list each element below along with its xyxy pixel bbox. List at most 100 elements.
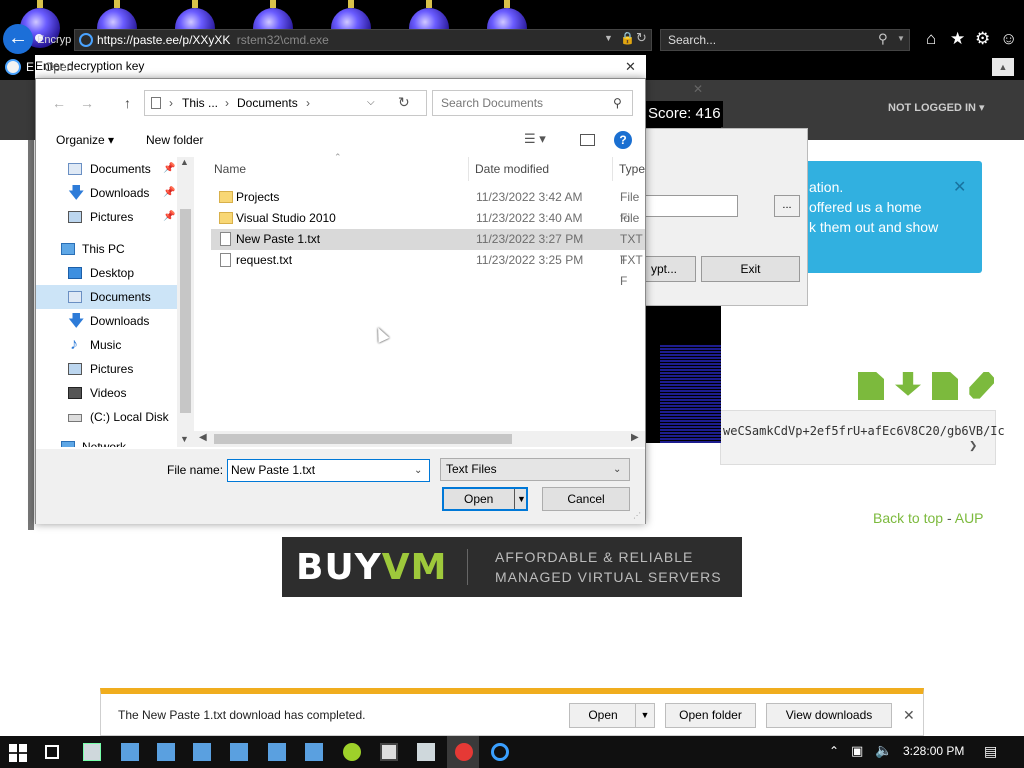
- scroll-left-icon[interactable]: ◀: [199, 432, 207, 443]
- close-icon[interactable]: ✕: [903, 707, 915, 724]
- app-icon[interactable]: [268, 743, 286, 761]
- nav-item-pictures-pc[interactable]: Pictures: [36, 357, 178, 381]
- column-date-modified[interactable]: Date modified: [475, 157, 549, 181]
- tab-scroll-up-icon[interactable]: ▲: [992, 58, 1014, 76]
- notifications-icon[interactable]: ▤: [984, 743, 997, 760]
- volume-icon[interactable]: 🔈: [875, 742, 892, 759]
- close-icon[interactable]: ✕: [625, 59, 636, 75]
- open-folder-button[interactable]: Open folder: [665, 703, 756, 728]
- chevron-down-icon[interactable]: ▼: [635, 703, 655, 728]
- breadcrumb[interactable]: › This ... › Documents › ⌵ ↻: [144, 90, 427, 116]
- windows-start-icon[interactable]: [9, 744, 27, 762]
- clock[interactable]: 3:28:00 PM: [903, 744, 964, 758]
- nav-scrollbar[interactable]: ▲ ▼: [177, 157, 194, 447]
- back-arrow-icon[interactable]: ←: [3, 24, 33, 54]
- decryption-key-input[interactable]: [644, 195, 738, 217]
- app-icon[interactable]: [193, 743, 211, 761]
- file-row[interactable]: request.txt 11/23/2022 3:25 PM TXT F: [211, 250, 645, 288]
- nav-scroll-thumb[interactable]: [180, 209, 191, 413]
- column-type[interactable]: Type: [619, 157, 645, 181]
- exit-button[interactable]: Exit: [701, 256, 800, 282]
- nav-item-desktop[interactable]: Desktop: [36, 261, 178, 285]
- decrypt-button[interactable]: ypt...: [644, 256, 696, 282]
- file-name-input[interactable]: New Paste 1.txt ⌄: [227, 459, 430, 482]
- up-icon[interactable]: ↑: [124, 95, 131, 111]
- scroll-down-icon[interactable]: ▼: [180, 434, 189, 444]
- app-icon[interactable]: [83, 743, 101, 761]
- nav-item-local-disk[interactable]: (C:) Local Disk: [36, 405, 178, 429]
- chevron-right-icon[interactable]: ❯: [969, 438, 977, 454]
- column-name[interactable]: Name: [214, 157, 246, 181]
- app-icon[interactable]: [455, 743, 473, 761]
- gear-icon[interactable]: ⚙: [975, 29, 990, 49]
- login-menu[interactable]: NOT LOGGED IN ▾: [888, 101, 985, 114]
- back-to-top-link[interactable]: Back to top: [873, 510, 943, 526]
- refresh-icon[interactable]: ↻: [398, 90, 410, 114]
- scroll-right-icon[interactable]: ▶: [631, 432, 639, 443]
- back-icon[interactable]: ←: [52, 95, 66, 111]
- app-icon[interactable]: [121, 743, 139, 761]
- app-icon[interactable]: [157, 743, 175, 761]
- resize-grip-icon[interactable]: ⋰: [633, 511, 641, 520]
- breadcrumb-item[interactable]: Documents: [237, 91, 298, 115]
- chevron-down-icon[interactable]: ▼: [897, 34, 905, 43]
- app-icon[interactable]: [305, 743, 323, 761]
- chevron-down-icon[interactable]: ▼: [517, 489, 526, 509]
- cancel-button[interactable]: Cancel: [542, 487, 630, 511]
- hscroll-thumb[interactable]: [214, 434, 512, 444]
- scroll-up-icon[interactable]: ▲: [180, 157, 189, 167]
- star-icon[interactable]: ★: [950, 29, 965, 49]
- lock-icon[interactable]: 🔒: [620, 31, 635, 45]
- organize-menu[interactable]: Organize ▾: [56, 133, 114, 147]
- ad-banner[interactable]: BUYVM AFFORDABLE & RELIABLE MANAGED VIRT…: [282, 537, 742, 597]
- download-open-button[interactable]: Open: [569, 703, 637, 728]
- nav-item-downloads-pc[interactable]: 🡇 Downloads: [36, 309, 178, 333]
- raw-file-icon[interactable]: [932, 372, 958, 400]
- address-bar[interactable]: https://paste.ee/p/XXyXK rstem32\cmd.exe: [74, 29, 652, 51]
- chevron-down-icon[interactable]: ⌵: [367, 91, 375, 115]
- breadcrumb-item[interactable]: This ...: [182, 91, 218, 115]
- tab-title[interactable]: E: [26, 60, 34, 74]
- copy-icon[interactable]: [858, 372, 884, 400]
- browse-button[interactable]: ...: [774, 195, 800, 217]
- column-divider[interactable]: [468, 157, 469, 181]
- file-row[interactable]: Projects 11/23/2022 3:42 AM File fo: [211, 187, 645, 225]
- open-button[interactable]: Open ▼: [442, 487, 528, 511]
- nav-item-videos[interactable]: Videos: [36, 381, 178, 405]
- chevron-up-icon[interactable]: ⌃: [829, 744, 839, 758]
- aup-link[interactable]: AUP: [955, 510, 984, 526]
- ie-icon[interactable]: [491, 743, 509, 761]
- app-icon[interactable]: [417, 743, 435, 761]
- task-view-icon[interactable]: [45, 745, 59, 759]
- cmd-icon[interactable]: [380, 743, 398, 761]
- search-documents-input[interactable]: Search Documents ⚲: [432, 90, 633, 116]
- nav-item-documents-selected[interactable]: Documents: [36, 285, 178, 309]
- app-icon[interactable]: [230, 743, 248, 761]
- nav-item-this-pc[interactable]: This PC: [36, 237, 178, 261]
- home-icon[interactable]: ⌂: [926, 29, 936, 49]
- file-type-select[interactable]: Text Files ⌄: [440, 458, 630, 481]
- file-row-selected[interactable]: New Paste 1.txt 11/23/2022 3:27 PM TXT F: [211, 229, 645, 267]
- nav-item-network[interactable]: Network: [36, 435, 178, 447]
- file-row[interactable]: Visual Studio 2010 11/23/2022 3:40 AM Fi…: [211, 208, 645, 246]
- nav-item-downloads[interactable]: 🡇 Downloads 📌: [36, 181, 178, 205]
- browser-search-input[interactable]: Search...: [660, 29, 910, 51]
- help-icon[interactable]: ?: [614, 131, 632, 149]
- network-icon[interactable]: ▣: [851, 743, 863, 759]
- view-options-icon[interactable]: ☰ ▾: [524, 131, 546, 147]
- refresh-icon[interactable]: ↻: [636, 30, 647, 46]
- preview-pane-icon[interactable]: [580, 134, 595, 146]
- search-icon[interactable]: ⚲: [878, 31, 888, 47]
- view-downloads-button[interactable]: View downloads: [766, 703, 892, 728]
- forward-icon[interactable]: →: [80, 95, 94, 111]
- new-folder-button[interactable]: New folder: [146, 133, 203, 147]
- chevron-down-icon[interactable]: ⌄: [414, 460, 422, 481]
- app-icon[interactable]: [343, 743, 361, 761]
- nav-item-documents[interactable]: Documents 📌: [36, 157, 178, 181]
- column-divider[interactable]: [612, 157, 613, 181]
- file-list-hscrollbar[interactable]: ◀ ▶: [194, 431, 645, 447]
- chevron-down-icon[interactable]: ▼: [604, 33, 613, 43]
- nav-item-pictures[interactable]: Pictures 📌: [36, 205, 178, 229]
- nav-item-music[interactable]: ♪ Music: [36, 333, 178, 357]
- smiley-icon[interactable]: ☺: [1000, 29, 1017, 49]
